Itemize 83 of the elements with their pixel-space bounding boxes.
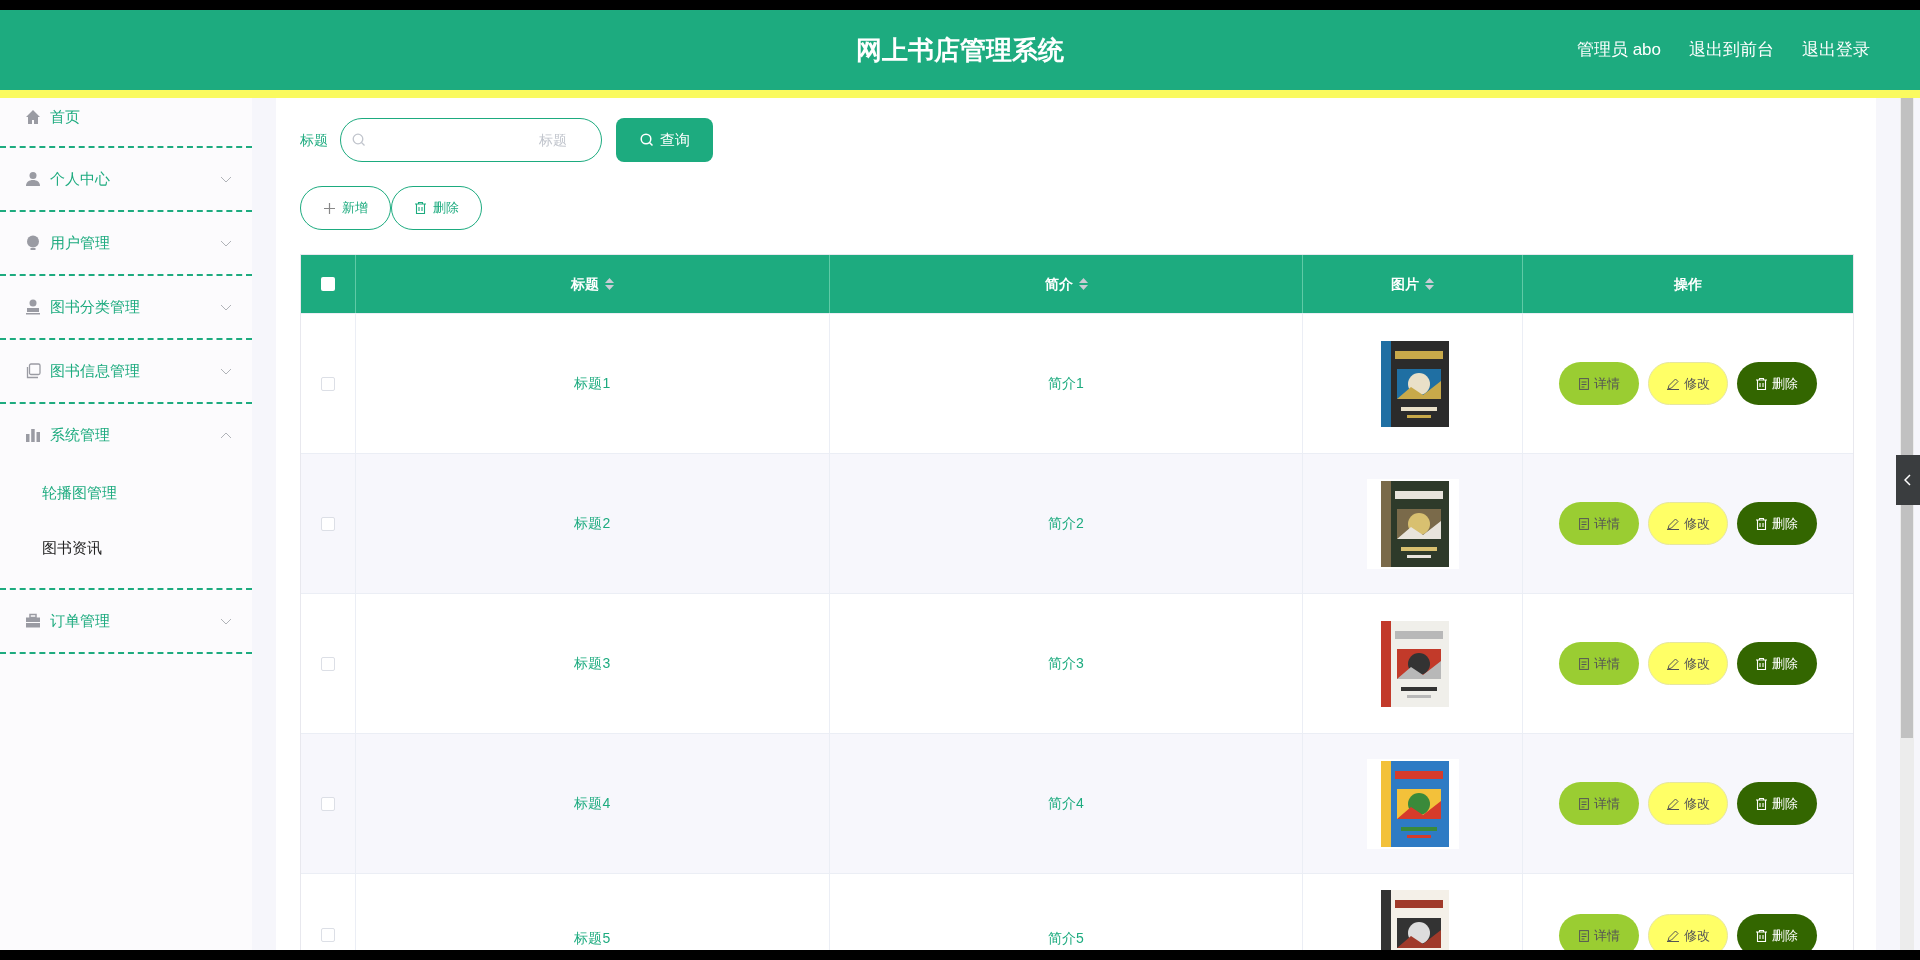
pencil-icon [1666,377,1679,390]
plus-icon [323,202,335,214]
sort-icon[interactable] [1078,278,1088,290]
detail-button[interactable]: 详情 [1559,362,1640,405]
trash-icon [1756,929,1768,942]
document-icon [1578,517,1589,530]
edit-button[interactable]: 修改 [1648,642,1729,685]
delete-button[interactable]: 删除 [1737,642,1818,685]
table-cell-text: 标题5 [574,929,611,948]
header-link[interactable]: 退出到前台 [1689,37,1774,63]
table-cell-text: 标题2 [574,514,611,533]
select-all-checkbox[interactable] [321,277,335,291]
document-icon [1578,797,1589,810]
table-cell-text: 简介5 [1048,929,1084,948]
document-icon [1578,377,1589,390]
header-link[interactable]: 管理员 abo [1576,37,1661,63]
table-cell-text: 简介1 [1048,374,1084,393]
trash-icon [414,202,426,214]
column-header[interactable]: 图片 [1391,273,1420,295]
menu-item[interactable]: 用户管理 [0,212,252,274]
detail-button[interactable]: 详情 [1559,782,1640,825]
row-checkbox[interactable] [321,516,335,531]
delete-button[interactable]: 删除 [1737,782,1818,825]
search-icon [639,133,654,147]
menu-item[interactable]: 个人中心 [0,148,252,210]
table-cell-text: 简介2 [1048,514,1084,533]
copy-icon [25,363,41,379]
row-checkbox[interactable] [321,376,335,391]
document-icon [1578,929,1589,942]
sort-icon[interactable] [1425,278,1435,290]
pencil-icon [1666,517,1679,530]
search-icon [352,133,366,147]
table-cell-text: 标题3 [574,654,611,673]
search-field[interactable]: 标题 [340,118,602,162]
app-title: 网上书店管理系统 [856,33,1064,67]
bar-chart-icon [25,427,41,443]
pencil-icon [1666,929,1679,942]
delete-button[interactable]: 删除 [1737,502,1818,545]
row-checkbox[interactable] [321,928,335,942]
user-icon [25,171,41,187]
menu-item[interactable]: 订单管理 [0,590,252,652]
column-header[interactable]: 简介 [1044,273,1073,295]
trash-icon [1756,657,1768,670]
menu-item[interactable]: 图书信息管理 [0,340,252,402]
sort-icon[interactable] [604,278,614,290]
detail-button[interactable]: 详情 [1559,642,1640,685]
pencil-icon [1666,797,1679,810]
table-cell-text: 标题1 [574,374,611,393]
table-cell-text: 简介3 [1048,654,1084,673]
trash-icon [1756,517,1768,530]
edit-button[interactable]: 修改 [1648,782,1729,825]
chevron-left-icon [1904,474,1912,486]
bulb-icon [25,235,41,251]
header-link[interactable]: 退出登录 [1802,37,1870,63]
row-checkbox[interactable] [321,796,335,811]
scrollbar[interactable] [1900,98,1914,950]
table-cell-text: 标题4 [574,794,611,813]
trash-icon [1756,377,1768,390]
stamp-icon [25,299,41,315]
column-header[interactable]: 标题 [570,273,599,295]
document-icon [1578,657,1589,670]
delete-button[interactable]: 删除 [1737,362,1818,405]
submenu-item[interactable]: 图书资讯 [0,521,252,576]
trash-icon [1756,797,1768,810]
delete-button[interactable]: 删除 [1737,914,1818,950]
menu-item[interactable]: 图书分类管理 [0,276,252,338]
menu-item[interactable]: 首页 [0,98,252,146]
briefcase-icon [25,613,41,629]
edit-button[interactable]: 修改 [1648,914,1729,950]
detail-button[interactable]: 详情 [1559,914,1640,950]
edit-button[interactable]: 修改 [1648,362,1729,405]
collapse-tab[interactable] [1896,455,1920,505]
submenu-item[interactable]: 轮播图管理 [0,466,252,521]
search-button[interactable]: 查询 [616,118,713,162]
column-header[interactable]: 操作 [1674,273,1703,295]
pencil-icon [1666,657,1679,670]
detail-button[interactable]: 详情 [1559,502,1640,545]
edit-button[interactable]: 修改 [1648,502,1729,545]
search-label: 标题 [300,130,328,150]
home-icon [25,109,41,125]
menu-item[interactable]: 系统管理 [0,404,252,466]
row-checkbox[interactable] [321,656,335,671]
table-cell-text: 简介4 [1048,794,1084,813]
